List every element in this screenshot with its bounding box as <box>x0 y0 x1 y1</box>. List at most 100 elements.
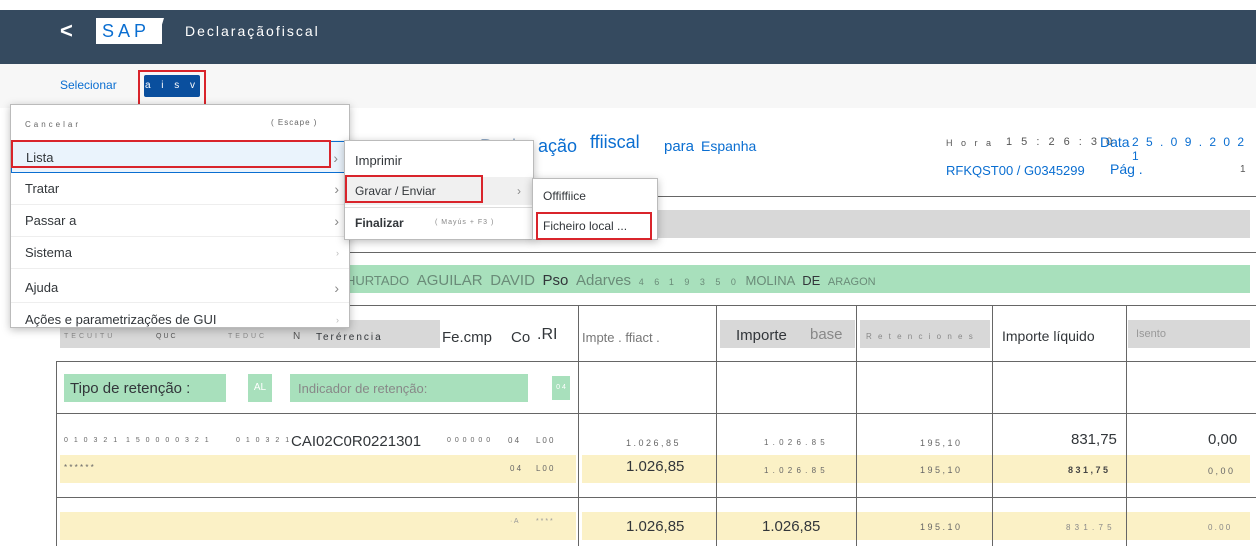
table-vline <box>578 305 579 546</box>
r1-isento: 0,00 <box>1208 431 1238 448</box>
col-isento: Isento <box>1136 328 1166 340</box>
col-dummy3: TEDUC <box>228 333 268 340</box>
col-liquido: Importe líquido <box>1002 328 1095 344</box>
r2-f: L 0 0 <box>536 464 554 473</box>
table-vline <box>56 361 57 546</box>
r2-ret: 1 9 5 , 1 0 <box>920 465 961 475</box>
submenu-imprimir[interactable]: Imprimir <box>345 153 402 168</box>
r2-liq: 8 3 1 , 7 5 <box>1068 465 1109 475</box>
more-menu: Cancelar ( Escape ) Lista › Tratar › Pas… <box>10 104 350 328</box>
menu-label-ajuda: Ajuda <box>25 280 59 295</box>
chevron-right-icon: › <box>334 280 339 296</box>
menu-shortcut-cancelar: ( Escape ) <box>271 118 318 127</box>
row3-band-a <box>60 512 576 540</box>
highlight-ficheiro <box>536 212 652 240</box>
highlight-lista <box>11 140 331 168</box>
vendor-f: 4 6 <box>638 277 662 287</box>
back-button[interactable]: < <box>60 18 73 44</box>
selecionar-button[interactable]: Selecionar <box>60 78 117 92</box>
report-title-c: para <box>664 138 695 155</box>
r1-f: L 0 0 <box>536 436 554 445</box>
report-ref: RFKQST00 / G0345299 <box>946 163 1085 178</box>
r3-impte: 1.026,85 <box>626 518 685 535</box>
r1-doc: CAI02C0R0221301 <box>291 433 422 450</box>
menu-label-passar: Passar a <box>25 213 77 228</box>
menu-item-passar[interactable]: Passar a › <box>11 205 349 237</box>
chevron-right-icon: › <box>333 150 338 166</box>
r1-a: 0 1 0 3 2 1 <box>64 437 120 444</box>
menu-item-tratar[interactable]: Tratar › <box>11 173 349 205</box>
table-line <box>56 361 1256 362</box>
hora-value: 1 5 : 2 6 : 3 0 <box>1006 136 1116 148</box>
menu-item-sistema[interactable]: Sistema › <box>11 237 349 269</box>
indicador-label: Indicador de retenção: <box>298 381 428 396</box>
r3-ret: 1 9 5 . 1 0 <box>920 522 961 532</box>
r3-importe: 1.026,85 <box>762 518 821 535</box>
submenu-finalizar[interactable]: Finalizar ( Mayús + F3 ) <box>345 207 533 237</box>
r2-importe: 1 . 0 2 6 . 8 5 <box>764 466 826 475</box>
menu-item-gui[interactable]: Ações e parametrizações de GUI › <box>11 303 349 329</box>
sap-logo[interactable]: SAP <box>96 18 165 44</box>
table-vline <box>992 305 993 546</box>
menu-label-gui: Ações e parametrizações de GUI <box>25 312 217 327</box>
col-referencia: Terérencia <box>316 332 383 343</box>
grey-band <box>560 210 1250 238</box>
table-vline <box>1126 305 1127 546</box>
vendor-g: 1 9 3 5 0 <box>668 277 738 287</box>
app-title: Declaraçãofiscal <box>185 23 320 39</box>
vendor-b: AGUILAR <box>416 272 483 289</box>
pag-label: Pág . <box>1110 161 1143 177</box>
r2-stars: * * * * * * <box>64 463 94 472</box>
top-strip <box>0 0 1256 10</box>
retencao-code: 0 4 <box>552 376 570 400</box>
al-code: AL <box>248 374 272 402</box>
r2-e: 0 4 <box>510 464 522 473</box>
r1-d: 0 0 0 0 0 0 <box>447 437 492 444</box>
vendor-i: DE <box>802 273 821 288</box>
col-n: N <box>293 331 301 342</box>
submenu-finalizar-shortcut: ( Mayús + F3 ) <box>435 219 495 226</box>
highlight-gravar <box>345 175 483 203</box>
chevron-right-icon: › <box>336 248 339 258</box>
vendor-c: DAVID <box>490 272 535 289</box>
col-importe: Importe <box>736 327 787 344</box>
r1-e: 0 4 <box>508 436 520 445</box>
table-vline <box>856 305 857 546</box>
report-title-a: ação <box>538 136 578 156</box>
r3-isento: 0 . 0 0 <box>1208 523 1231 532</box>
vendor-a: HURTADO <box>346 273 410 288</box>
vendor-h: MOLINA <box>745 273 795 288</box>
vendor-d: Pso <box>542 272 569 289</box>
menu-label-cancelar: Cancelar <box>25 120 82 129</box>
col-fecmp: Fe.cmp <box>442 329 493 346</box>
hora-label: H o r a <box>946 138 995 148</box>
vendor-j: ARAGON <box>827 276 876 288</box>
r1-impte: 1 . 0 2 6 , 8 5 <box>626 438 679 448</box>
pag-number: 1 <box>1240 164 1246 175</box>
chevron-right-icon: › <box>334 213 339 229</box>
data-label: Data <box>1100 134 1130 150</box>
r1-ret: 1 9 5 , 1 0 <box>920 438 961 448</box>
tipo-label: Tipo de retenção : <box>70 380 191 397</box>
vendor-line: HURTADO AGUILAR DAVID Pso Adarves 4 6 1 … <box>346 272 876 289</box>
submenu-finalizar-label: Finalizar <box>355 216 404 230</box>
col-dummy1: TECUITU <box>64 333 116 340</box>
r2-impte: 1.026,85 <box>626 458 685 475</box>
submenu-office[interactable]: Offiffiice <box>533 189 586 203</box>
row2-band-a <box>60 455 576 483</box>
col-ri: .RI <box>537 326 558 343</box>
r1-liq: 831,75 <box>1071 431 1117 448</box>
table-line <box>56 497 1256 498</box>
r1-b: 1 5 0 0 0 0 3 2 1 <box>126 437 211 444</box>
menu-item-cancelar[interactable]: Cancelar ( Escape ) <box>11 105 349 141</box>
col-base: base <box>810 326 843 343</box>
vendor-e: Adarves <box>576 272 632 289</box>
chevron-right-icon: › <box>517 184 521 198</box>
col-co: Co <box>511 329 531 346</box>
r3-a: · A <box>510 518 519 525</box>
chevron-right-icon: › <box>334 181 339 197</box>
menu-item-ajuda[interactable]: Ajuda › <box>11 269 349 303</box>
report-title-b: ffiiscal <box>590 132 640 152</box>
col-impte: Impte . ffiact . <box>582 330 660 345</box>
menu-label-tratar: Tratar <box>25 181 60 196</box>
